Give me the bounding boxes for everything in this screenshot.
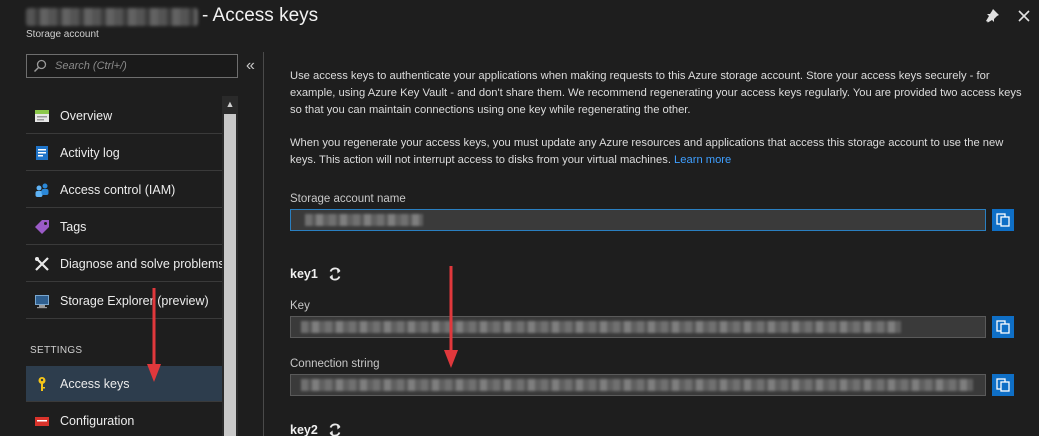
key1-connection-string-field[interactable] <box>290 374 986 396</box>
redacted-value <box>301 321 901 333</box>
storage-account-name-field[interactable] <box>290 209 986 231</box>
sidebar-item-access-keys[interactable]: Access keys <box>26 366 222 402</box>
sidebar-item-label: Access control (IAM) <box>60 182 176 197</box>
sidebar-item-tags[interactable]: Tags <box>26 209 222 245</box>
scroll-up-icon[interactable]: ▲ <box>222 96 238 112</box>
page-title: - Access keys <box>202 5 319 26</box>
page-subtitle: Storage account <box>26 29 99 40</box>
storage-account-name-label: Storage account name <box>290 193 406 205</box>
search-box[interactable] <box>26 54 238 78</box>
redacted-account-name <box>26 8 198 26</box>
regenerate-key1-icon[interactable] <box>327 266 343 282</box>
learn-more-link[interactable]: Learn more <box>674 154 731 166</box>
close-icon[interactable] <box>1016 8 1032 24</box>
annotation-arrow <box>147 288 161 382</box>
regen-note-text: When you regenerate your access keys, yo… <box>290 137 1004 166</box>
copy-icon <box>996 213 1010 227</box>
blade-header: - Access keys Storage account <box>0 0 1039 52</box>
sidebar-item-storage-explorer[interactable]: Storage Explorer (preview) <box>26 283 222 319</box>
key1-connection-string-label: Connection string <box>290 358 380 370</box>
sidebar-item-label: Configuration <box>60 413 135 428</box>
key1-heading: key1 <box>290 267 318 281</box>
regenerate-key2-icon[interactable] <box>327 422 343 436</box>
sidebar-item-label: Overview <box>60 108 113 123</box>
sidebar-item-activity-log[interactable]: Activity log <box>26 135 222 171</box>
panel-divider <box>263 52 264 436</box>
sidebar-item-label: Diagnose and solve problems <box>60 256 225 271</box>
annotation-arrow <box>444 266 458 368</box>
copy-icon <box>996 320 1010 334</box>
intro-text: Use access keys to authenticate your app… <box>290 70 1022 116</box>
overview-icon <box>35 109 49 122</box>
regen-note-paragraph: When you regenerate your access keys, yo… <box>290 135 1022 169</box>
copy-icon <box>996 378 1010 392</box>
copy-key1-button[interactable] <box>992 316 1014 338</box>
key-icon <box>38 376 46 391</box>
sidebar-item-label: Activity log <box>60 145 120 160</box>
tag-icon <box>35 219 49 234</box>
sidebar-item-diagnose[interactable]: Diagnose and solve problems <box>26 246 225 282</box>
copy-connection-string-button[interactable] <box>992 374 1014 396</box>
copy-storage-account-name-button[interactable] <box>992 209 1014 231</box>
sidebar-item-label: Tags <box>60 219 87 234</box>
key1-key-label: Key <box>290 300 310 312</box>
section-heading-settings: SETTINGS <box>30 345 83 356</box>
key1-key-field[interactable] <box>290 316 986 338</box>
wrench-icon <box>35 256 49 271</box>
redacted-value <box>301 379 973 391</box>
collapse-sidebar-icon[interactable]: « <box>246 57 255 75</box>
search-icon <box>33 59 47 73</box>
sidebar-item-label: Access keys <box>60 376 130 391</box>
sidebar-item-label: Storage Explorer (preview) <box>60 293 209 308</box>
sidebar-item-iam[interactable]: Access control (IAM) <box>26 172 222 208</box>
configuration-icon <box>35 416 49 426</box>
search-input[interactable] <box>55 57 233 75</box>
sidebar-scrollbar[interactable]: ▲ <box>222 96 238 436</box>
pin-icon[interactable] <box>984 8 1000 24</box>
sidebar-item-configuration[interactable]: Configuration <box>26 403 222 436</box>
iam-icon <box>35 183 49 197</box>
redacted-value <box>305 214 423 226</box>
activity-log-icon <box>36 145 48 160</box>
storage-explorer-icon <box>35 294 49 308</box>
sidebar-item-overview[interactable]: Overview <box>26 98 222 134</box>
key2-heading: key2 <box>290 423 318 436</box>
scroll-thumb[interactable] <box>224 114 236 436</box>
